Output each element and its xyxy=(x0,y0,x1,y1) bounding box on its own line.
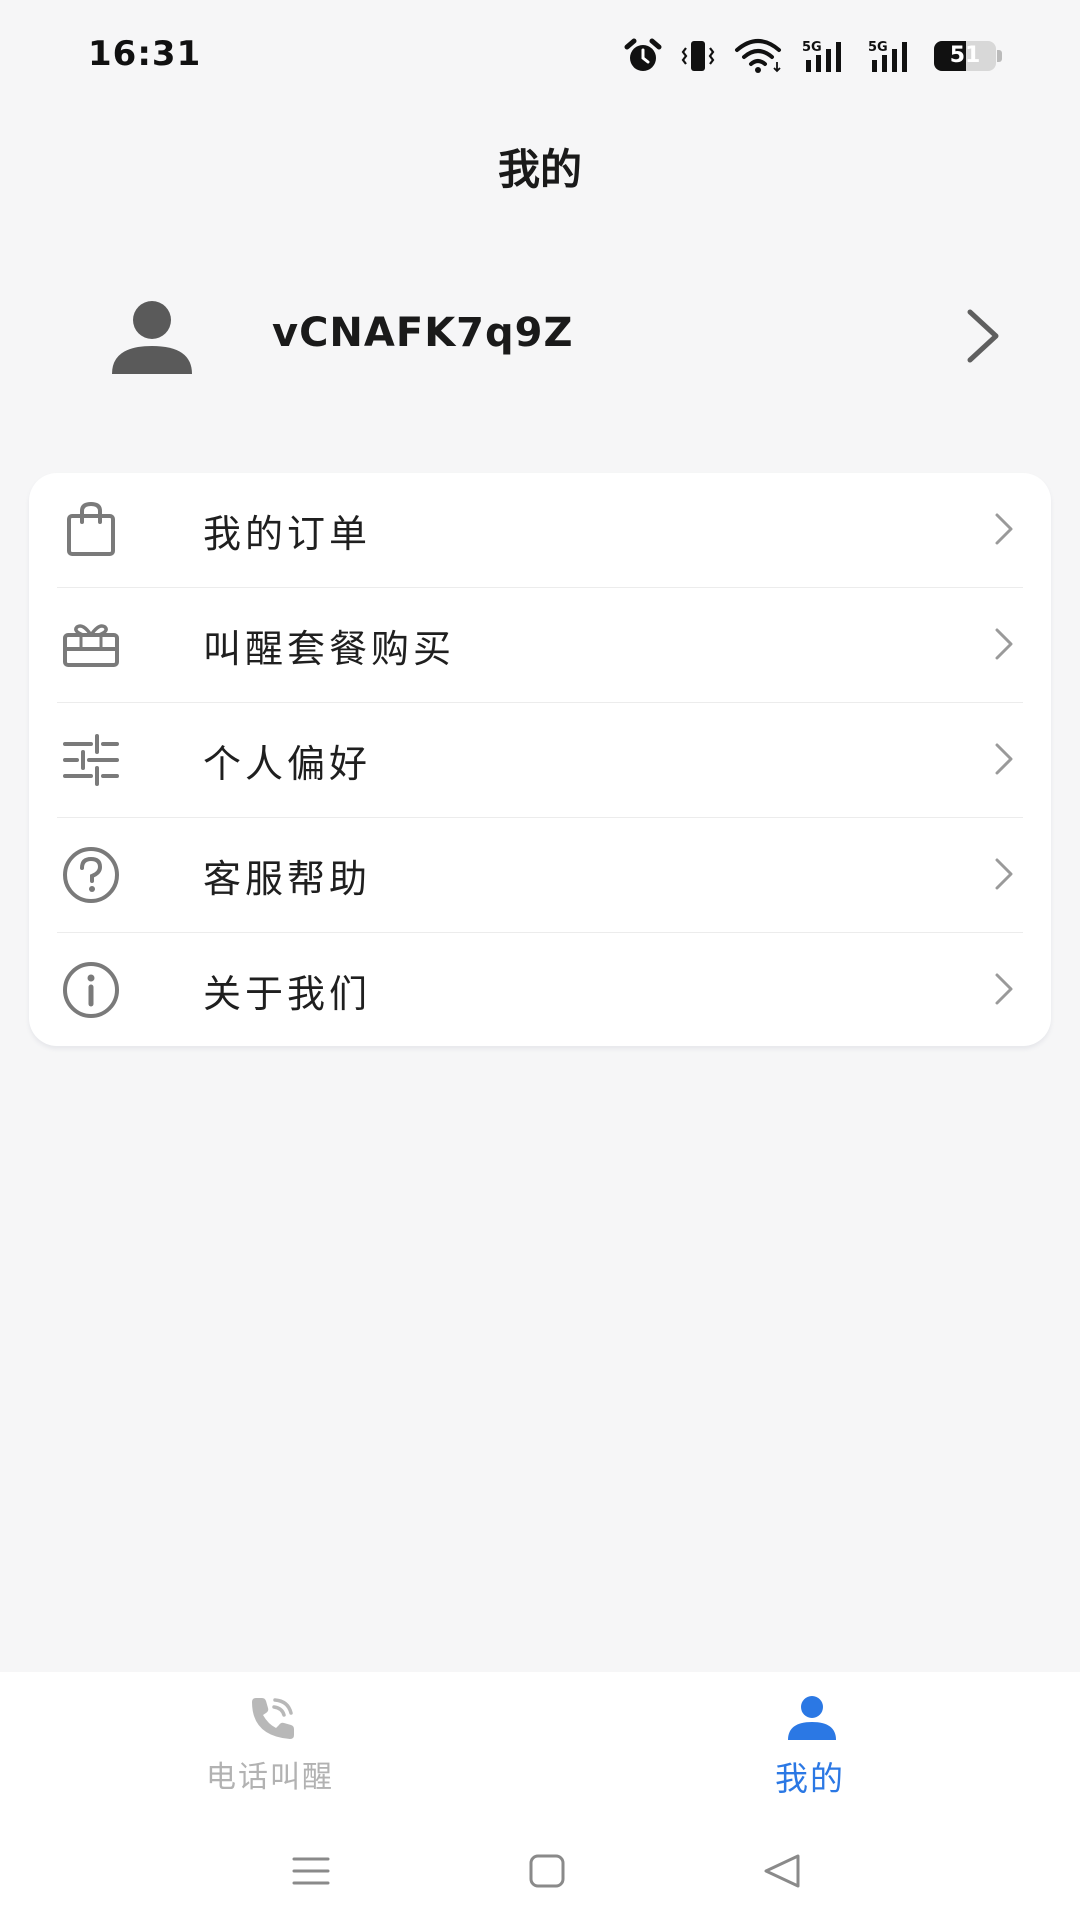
menu-item-customer-help[interactable]: 客服帮助 xyxy=(57,818,1023,932)
menu-card: 我的订单 叫醒套餐购买 个人偏好 客服帮助 关于我们 xyxy=(29,473,1051,1046)
menu-item-label: 我的订单 xyxy=(203,512,372,556)
menu-item-about-us[interactable]: 关于我们 xyxy=(57,933,1023,1047)
help-circle-icon xyxy=(63,847,119,903)
chevron-right-icon xyxy=(995,973,1013,1005)
battery-icon: 51 xyxy=(934,41,1002,71)
info-circle-icon xyxy=(63,962,119,1018)
chevron-right-icon xyxy=(995,858,1013,890)
gift-card-icon xyxy=(63,624,119,667)
tab-label: 电话叫醒 xyxy=(206,1760,334,1795)
vibrate-icon xyxy=(681,41,715,71)
tab-mine[interactable]: 我的 xyxy=(540,1672,1080,1820)
svg-text:5G: 5G xyxy=(802,40,822,55)
svg-text:5G: 5G xyxy=(868,40,888,55)
status-icons: 5G 5G 51 xyxy=(624,38,1002,74)
chevron-right-icon xyxy=(995,743,1013,775)
menu-item-label: 关于我们 xyxy=(203,972,372,1016)
home-icon[interactable] xyxy=(522,1846,572,1896)
chevron-right-icon xyxy=(995,513,1013,545)
signal-5g-icon: 5G xyxy=(868,40,907,72)
shopping-bag-icon xyxy=(67,501,115,556)
bottom-tab-bar: 电话叫醒 我的 xyxy=(0,1672,1080,1820)
tab-phone-wakeup[interactable]: 电话叫醒 xyxy=(0,1672,540,1820)
back-icon[interactable] xyxy=(758,1846,808,1896)
profile-row[interactable]: vCNAFK7q9Z xyxy=(0,280,1080,390)
person-icon xyxy=(788,1696,836,1740)
person-icon xyxy=(112,301,192,374)
status-bar: 16:31 5G 5G 51 xyxy=(0,0,1080,112)
chevron-right-icon xyxy=(967,309,999,363)
username: vCNAFK7q9Z xyxy=(272,310,574,356)
menu-item-label: 客服帮助 xyxy=(203,857,372,901)
signal-5g-icon: 5G xyxy=(802,40,841,72)
sliders-icon xyxy=(63,734,119,786)
system-nav-bar xyxy=(0,1820,1080,1920)
menu-item-orders[interactable]: 我的订单 xyxy=(57,473,1023,587)
menu-icon[interactable] xyxy=(286,1846,336,1896)
tab-label: 我的 xyxy=(775,1759,845,1798)
alarm-icon xyxy=(624,38,662,71)
menu-item-label: 叫醒套餐购买 xyxy=(203,627,456,671)
menu-item-package-purchase[interactable]: 叫醒套餐购买 xyxy=(57,588,1023,702)
menu-item-label: 个人偏好 xyxy=(203,742,372,786)
status-time: 16:31 xyxy=(88,34,202,74)
phone-call-icon xyxy=(252,1698,294,1739)
battery-level: 51 xyxy=(949,43,981,68)
menu-item-preferences[interactable]: 个人偏好 xyxy=(57,703,1023,817)
chevron-right-icon xyxy=(995,628,1013,660)
page-title: 我的 xyxy=(497,145,582,194)
wifi-icon xyxy=(735,39,781,73)
